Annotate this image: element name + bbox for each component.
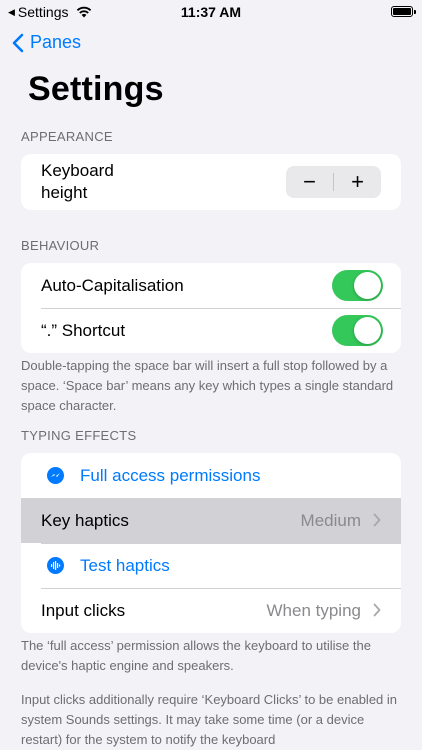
input-clicks-value: When typing [266, 601, 362, 620]
page-title: Settings [28, 70, 164, 108]
section-header-behaviour: BEHAVIOUR [21, 238, 100, 253]
key-haptics-value: Medium [300, 511, 361, 530]
shortcut-row: “.” Shortcut [21, 308, 401, 353]
chevron-left-icon [12, 33, 24, 52]
test-haptics-row[interactable]: Test haptics [21, 543, 401, 588]
auto-capitalisation-label: Auto-Capitalisation [41, 275, 184, 295]
input-clicks-label: Input clicks [41, 600, 126, 620]
key-haptics-label: Key haptics [41, 510, 129, 530]
waveform-icon [47, 557, 64, 574]
shortcut-label: “.” Shortcut [41, 320, 126, 340]
input-clicks-row[interactable]: Input clicks When typing [21, 588, 401, 633]
nav-back-label: Panes [30, 32, 82, 52]
keyboard-height-label: Keyboard height [41, 161, 114, 202]
auto-capitalisation-toggle[interactable] [332, 270, 383, 301]
chevron-right-icon [373, 603, 381, 617]
increment-button[interactable]: + [334, 166, 381, 198]
test-haptics-label: Test haptics [80, 555, 170, 575]
full-access-permissions-row[interactable]: Full access permissions [21, 453, 401, 498]
typing-effects-footnote-2: Input clicks additionally require ‘Keybo… [21, 692, 398, 747]
behaviour-footnote: Double-tapping the space bar will insert… [21, 358, 394, 413]
section-header-appearance: APPEARANCE [21, 129, 113, 144]
decrement-button[interactable]: − [286, 166, 333, 198]
appearance-card: Keyboard height 1 − + [21, 154, 401, 210]
behaviour-card: Auto-Capitalisation “.” Shortcut [21, 263, 401, 353]
keyboard-height-row: Keyboard height 1 − + [21, 154, 401, 210]
battery-icon [391, 6, 416, 17]
nav-back-button[interactable]: Panes [12, 32, 81, 53]
key-haptics-row[interactable]: Key haptics Medium [21, 498, 401, 543]
auto-capitalisation-row: Auto-Capitalisation [21, 263, 401, 308]
shortcut-toggle[interactable] [332, 315, 383, 346]
messenger-bolt-icon [47, 467, 64, 484]
keyboard-height-stepper[interactable]: − + [286, 166, 381, 198]
typing-effects-footnote-1: The ‘full access’ permission allows the … [21, 638, 371, 673]
section-header-typing-effects: TYPING EFFECTS [21, 428, 137, 443]
status-bar: ◀ Settings 11:37 AM [0, 0, 422, 24]
full-access-permissions-label: Full access permissions [80, 465, 261, 485]
chevron-right-icon [373, 513, 381, 527]
typing-effects-card: Full access permissions Key haptics Medi… [21, 453, 401, 633]
status-time: 11:37 AM [180, 4, 242, 20]
